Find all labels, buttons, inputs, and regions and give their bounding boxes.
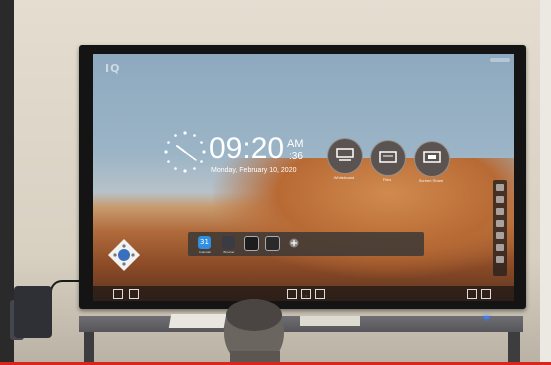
back-icon[interactable] <box>113 289 123 299</box>
whiteboard-tile[interactable] <box>327 138 363 174</box>
person-head <box>224 299 284 365</box>
digital-time: 09:20 <box>209 132 285 165</box>
navigation-diamond-icon[interactable] <box>107 238 141 272</box>
analog-clock-icon <box>164 131 206 173</box>
screenshot-icon[interactable] <box>301 289 311 299</box>
home-icon[interactable] <box>129 289 139 299</box>
side-tool-4-icon[interactable] <box>496 220 504 227</box>
pen-icon[interactable] <box>496 208 504 215</box>
desk-leg-right <box>508 332 520 365</box>
camera-icon[interactable] <box>244 236 259 251</box>
browser-icon[interactable] <box>222 236 235 249</box>
screen-share-tile[interactable] <box>414 141 450 177</box>
time-seconds: :36 <box>289 151 303 162</box>
time-ampm: AM <box>287 138 304 150</box>
desk-leg-left <box>84 332 94 365</box>
status-led <box>484 316 489 319</box>
dock-label-browser: Browser <box>223 250 235 254</box>
right-wall-edge <box>540 0 551 365</box>
status-indicator <box>490 58 510 62</box>
cable <box>50 280 82 322</box>
add-icon[interactable] <box>289 238 299 248</box>
side-tool-7-icon[interactable] <box>496 256 504 263</box>
page-indicator <box>301 282 311 297</box>
dock-label-calendar: Calendar <box>198 250 212 254</box>
power-icon[interactable] <box>481 289 491 299</box>
paper-sheet <box>300 316 360 326</box>
app-dock: 31 Calendar Browser <box>188 232 424 256</box>
side-tool-6-icon[interactable] <box>496 244 504 251</box>
bottom-taskbar <box>93 286 514 301</box>
settings-icon[interactable] <box>265 236 280 251</box>
side-tool-1-icon[interactable] <box>496 184 504 191</box>
side-tool-2-icon[interactable] <box>496 196 504 203</box>
screen-share-icon <box>423 151 441 163</box>
screen-share-label: Screen Share <box>418 178 444 183</box>
files-icon <box>379 151 397 163</box>
speaker <box>14 286 52 338</box>
brand-logo: IQ <box>105 62 121 75</box>
side-tool-5-icon[interactable] <box>496 232 504 239</box>
date-text: Monday, February 10, 2020 <box>211 167 297 174</box>
files-tile[interactable] <box>370 140 406 176</box>
calendar-icon[interactable]: 31 <box>198 236 211 249</box>
network-icon[interactable] <box>467 289 477 299</box>
side-toolbar <box>493 180 507 276</box>
annotate-icon[interactable] <box>315 289 325 299</box>
display-screen: IQ 09:20 AM :36 Monday, February 10, 202… <box>93 54 514 301</box>
whiteboard-icon <box>336 148 354 161</box>
